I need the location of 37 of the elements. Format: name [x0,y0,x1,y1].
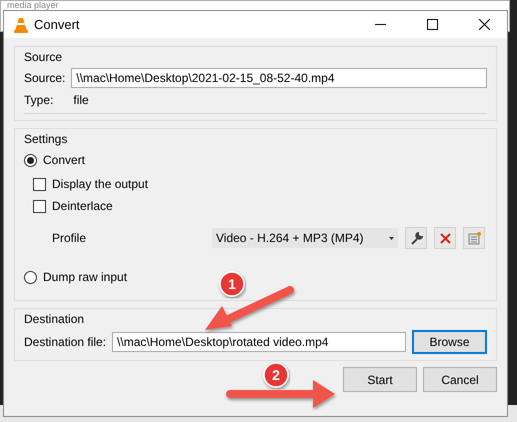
checkbox-label: Deinterlace [52,199,113,213]
type-label: Type: [24,93,54,107]
new-profile-button[interactable] [463,227,485,249]
close-icon[interactable] [478,19,490,30]
dropdown-caret-icon [389,236,394,240]
minimize-icon[interactable] [374,24,386,26]
radio-label: Convert [43,153,86,167]
group-title: Settings [24,132,68,146]
radio-label: Dump raw input [43,270,128,284]
badge: 2 [263,362,289,388]
cross-icon [440,232,450,244]
checkbox[interactable] [33,178,46,190]
type-value: file [73,93,89,107]
badge: 1 [219,271,245,297]
profile-label: Profile [52,231,88,245]
source-field[interactable]: \\mac\Home\Desktop\2021-02-15_08-52-40.mp4 [71,68,487,88]
radio-button[interactable] [24,270,37,284]
group-title: Destination [24,312,84,326]
group-title: Source [24,50,62,64]
dialog-button[interactable]: Start [343,367,417,392]
edit-profile-button[interactable] [405,227,427,249]
wrench-icon [410,232,422,244]
checkbox-label: Display the output [52,177,148,191]
destination-field[interactable]: \\mac\Home\Desktop\rotated video.mp4 [112,332,406,352]
list-icon [468,232,480,244]
profile-dropdown[interactable]: Video - H.264 + MP3 (MP4) [212,228,398,248]
radio-button[interactable] [24,154,37,166]
delete-profile-button[interactable] [434,227,456,249]
destination-label: Destination file: [24,335,106,349]
source-label: Source: [24,71,66,85]
traffic-cone-icon [14,16,28,32]
maximize-icon[interactable] [426,19,438,30]
background-window-title: media player [7,1,59,10]
window-title: Convert [34,17,81,32]
checkbox[interactable] [33,200,46,212]
dialog-button[interactable]: Cancel [423,367,497,392]
browse-button[interactable]: Browse [412,330,487,354]
